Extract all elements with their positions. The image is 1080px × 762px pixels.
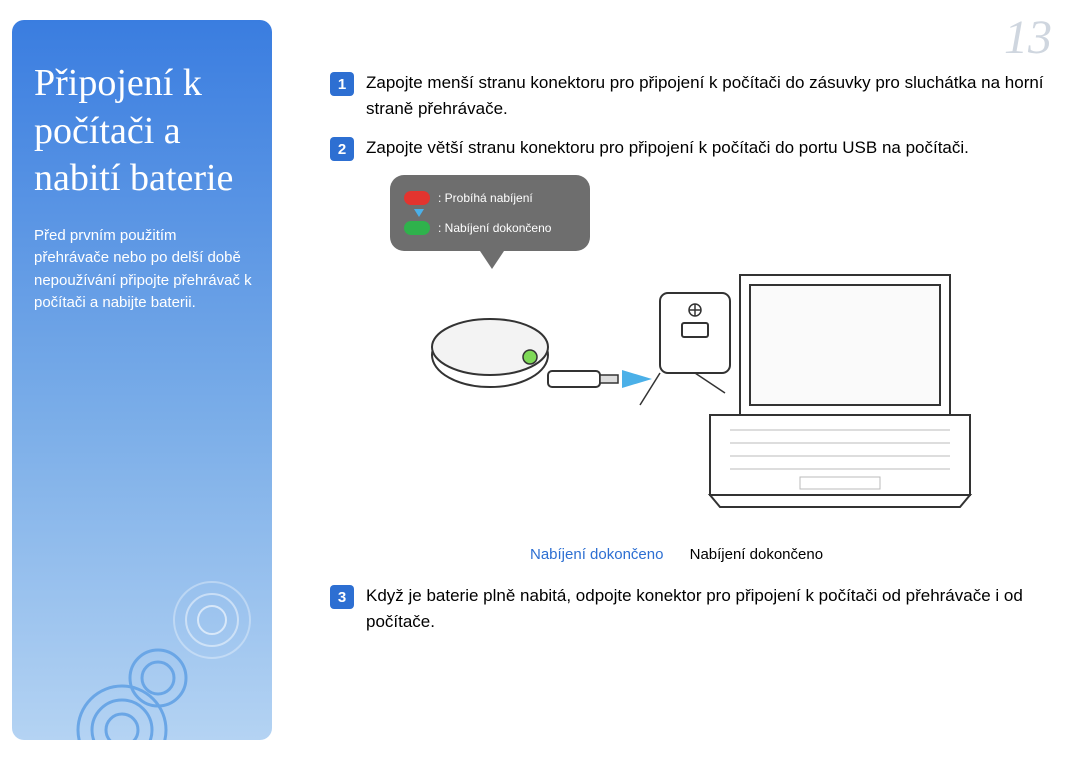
step-text: Zapojte menší stranu konektoru pro připo… bbox=[366, 70, 1050, 121]
main-content: 1 Zapojte menší stranu konektoru pro při… bbox=[330, 70, 1050, 648]
arrow-down-icon bbox=[414, 209, 424, 217]
status-red-pill-icon bbox=[404, 191, 430, 205]
status-charging: : Probíhá nabíjení bbox=[404, 191, 576, 205]
step-text: Zapojte větší stranu konektoru pro připo… bbox=[366, 135, 969, 161]
step-badge-icon: 2 bbox=[330, 137, 354, 161]
caption-blue: Nabíjení dokončeno bbox=[530, 546, 663, 563]
step-3: 3 Když je baterie plně nabitá, odpojte k… bbox=[330, 583, 1050, 634]
diagram: : Probíhá nabíjení : Nabíjení dokončeno bbox=[350, 175, 990, 563]
sidebar-title: Připojení k počítači a nabití baterie bbox=[34, 60, 252, 203]
diagram-caption: Nabíjení dokončeno Nabíjení dokončeno bbox=[530, 546, 990, 563]
caption-black: Nabíjení dokončeno bbox=[690, 546, 823, 563]
status-done-label: : Nabíjení dokončeno bbox=[438, 221, 551, 235]
device-laptop-illustration-icon bbox=[360, 245, 980, 535]
step-badge-icon: 3 bbox=[330, 585, 354, 609]
status-green-pill-icon bbox=[404, 221, 430, 235]
status-done: : Nabíjení dokončeno bbox=[404, 221, 576, 235]
sidebar: Připojení k počítači a nabití baterie Př… bbox=[12, 20, 272, 740]
step-text: Když je baterie plně nabitá, odpojte kon… bbox=[366, 583, 1050, 634]
step-1: 1 Zapojte menší stranu konektoru pro při… bbox=[330, 70, 1050, 121]
page-number: 13 bbox=[1004, 10, 1052, 65]
step-2: 2 Zapojte větší stranu konektoru pro při… bbox=[330, 135, 1050, 161]
sidebar-description: Před prvním použitím přehrávače nebo po … bbox=[34, 225, 252, 315]
step-badge-icon: 1 bbox=[330, 72, 354, 96]
decorative-circles-icon bbox=[62, 530, 272, 740]
status-charging-label: : Probíhá nabíjení bbox=[438, 191, 533, 205]
charging-status-callout: : Probíhá nabíjení : Nabíjení dokončeno bbox=[390, 175, 590, 251]
